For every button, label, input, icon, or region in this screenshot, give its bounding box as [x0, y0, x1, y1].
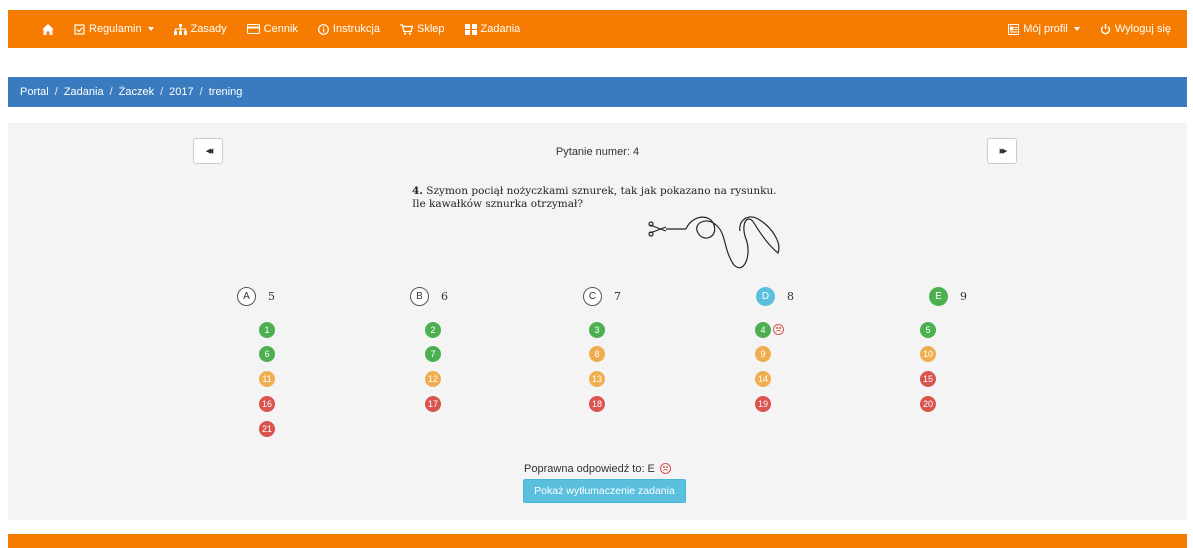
clipboard-check-icon — [74, 23, 85, 35]
question-link[interactable]: 18 — [589, 396, 605, 412]
question-link[interactable]: 6 — [259, 346, 275, 362]
answer-value: 9 — [960, 290, 967, 303]
answer-option-d[interactable]: D 8 — [756, 287, 794, 306]
nav-item-label: Zasady — [190, 23, 227, 35]
question-link[interactable]: 17 — [425, 396, 441, 412]
home-icon — [42, 23, 54, 35]
profile-icon — [1008, 23, 1020, 35]
nav-item-label: Zadania — [480, 23, 521, 35]
question-link[interactable]: 9 — [755, 346, 771, 362]
question-link[interactable]: 2 — [425, 322, 441, 338]
question-panel: ◀◀ Pytanie numer: 4 ▶▶ 4. Szymon pociął … — [8, 123, 1187, 520]
correct-answer-text: Poprawna odpowiedź to: E — [524, 463, 655, 475]
answer-option-e[interactable]: E 9 — [929, 287, 967, 306]
answer-value: 7 — [614, 290, 621, 303]
scissors-icon — [648, 221, 686, 237]
question-index: 4. — [412, 185, 423, 197]
answer-value: 5 — [268, 290, 275, 303]
nav-home[interactable] — [8, 10, 64, 48]
string-scissors-figure — [648, 216, 780, 269]
show-explanation-button[interactable]: Pokaż wytłumaczenie zadania — [523, 479, 686, 503]
nav-item-zadania[interactable]: Zadania — [455, 10, 531, 48]
next-question-button[interactable]: ▶▶ — [987, 138, 1017, 164]
info-circle-icon — [318, 23, 329, 35]
chevron-down-icon — [1073, 27, 1080, 31]
nav-item-label: Mój profil — [1023, 23, 1068, 35]
nav-item-label: Instrukcja — [332, 23, 380, 35]
footer-bar — [8, 534, 1187, 548]
question-link[interactable]: 10 — [920, 346, 936, 362]
cart-icon — [400, 23, 413, 35]
power-icon — [1100, 23, 1111, 34]
breadcrumb-zadania[interactable]: Zadania — [64, 86, 104, 98]
question-link[interactable]: 1 — [259, 322, 275, 338]
nav-item-regulamin[interactable]: Regulamin — [64, 10, 164, 48]
breadcrumb-portal[interactable]: Portal — [20, 86, 49, 98]
nav-item-label: Sklep — [417, 23, 445, 35]
grid-icon — [464, 23, 477, 35]
answer-letter: D — [756, 287, 775, 306]
answer-letter: B — [410, 287, 429, 306]
chevron-down-icon — [147, 27, 154, 31]
correct-answer: Poprawna odpowiedź to: E — [8, 463, 1187, 475]
breadcrumb-separator: / — [54, 86, 58, 98]
nav-item-zasady[interactable]: Zasady — [164, 10, 237, 48]
nav-item-sklep[interactable]: Sklep — [390, 10, 455, 48]
breadcrumb-separator: / — [160, 86, 164, 98]
question-link[interactable]: 5 — [920, 322, 936, 338]
question-link[interactable]: 13 — [589, 371, 605, 387]
nav-right: Mój profil Wyloguj się — [998, 10, 1187, 48]
sad-face-icon — [659, 463, 671, 474]
answer-letter: A — [237, 287, 256, 306]
answer-value: 8 — [787, 290, 794, 303]
answer-value: 6 — [441, 290, 448, 303]
question-line-1: Szymon pociął nożyczkami sznurek, tak ja… — [422, 185, 777, 197]
nav-item-label: Cennik — [263, 23, 298, 35]
nav-item-instrukcja[interactable]: Instrukcja — [308, 10, 390, 48]
sad-face-icon — [773, 324, 784, 335]
answer-option-b[interactable]: B 6 — [410, 287, 448, 306]
breadcrumb: Portal / Zadania / Żaczek / 2017 / treni… — [8, 77, 1187, 107]
forward-icon: ▶▶ — [999, 148, 1008, 155]
nav-left: Regulamin Zasady Cennik Instrukcja Sklep… — [8, 10, 530, 48]
answer-letter: C — [583, 287, 602, 306]
question-link[interactable]: 21 — [259, 421, 275, 437]
credit-card-icon — [246, 24, 260, 34]
question-link[interactable]: 20 — [920, 396, 936, 412]
answer-letter: E — [929, 287, 948, 306]
question-link[interactable]: 15 — [920, 371, 936, 387]
nav-item-label: Wyloguj się — [1114, 23, 1171, 35]
breadcrumb-separator: / — [109, 86, 113, 98]
answer-option-a[interactable]: A 5 — [237, 287, 275, 306]
question-link[interactable]: 8 — [589, 346, 605, 362]
breadcrumb-trening: trening — [208, 86, 243, 98]
nav-item-label: Regulamin — [89, 23, 142, 35]
question-link[interactable]: 16 — [259, 396, 275, 412]
breadcrumb-separator: / — [199, 86, 203, 98]
nav-item-cennik[interactable]: Cennik — [237, 10, 308, 48]
nav-item-logout[interactable]: Wyloguj się — [1090, 10, 1187, 48]
question-link[interactable]: 7 — [425, 346, 441, 362]
nav-item-profile[interactable]: Mój profil — [998, 10, 1090, 48]
question-link[interactable]: 3 — [589, 322, 605, 338]
question-link[interactable]: 11 — [259, 371, 275, 387]
question-link[interactable]: 19 — [755, 396, 771, 412]
breadcrumb-year[interactable]: 2017 — [169, 86, 193, 98]
top-navbar: Regulamin Zasady Cennik Instrukcja Sklep… — [8, 10, 1187, 48]
sitemap-icon — [173, 23, 187, 35]
breadcrumb-zaczek[interactable]: Żaczek — [119, 86, 154, 98]
question-link[interactable]: 14 — [755, 371, 771, 387]
answer-option-c[interactable]: C 7 — [583, 287, 621, 306]
question-link[interactable]: 12 — [425, 371, 441, 387]
question-link[interactable]: 4 — [755, 322, 771, 338]
